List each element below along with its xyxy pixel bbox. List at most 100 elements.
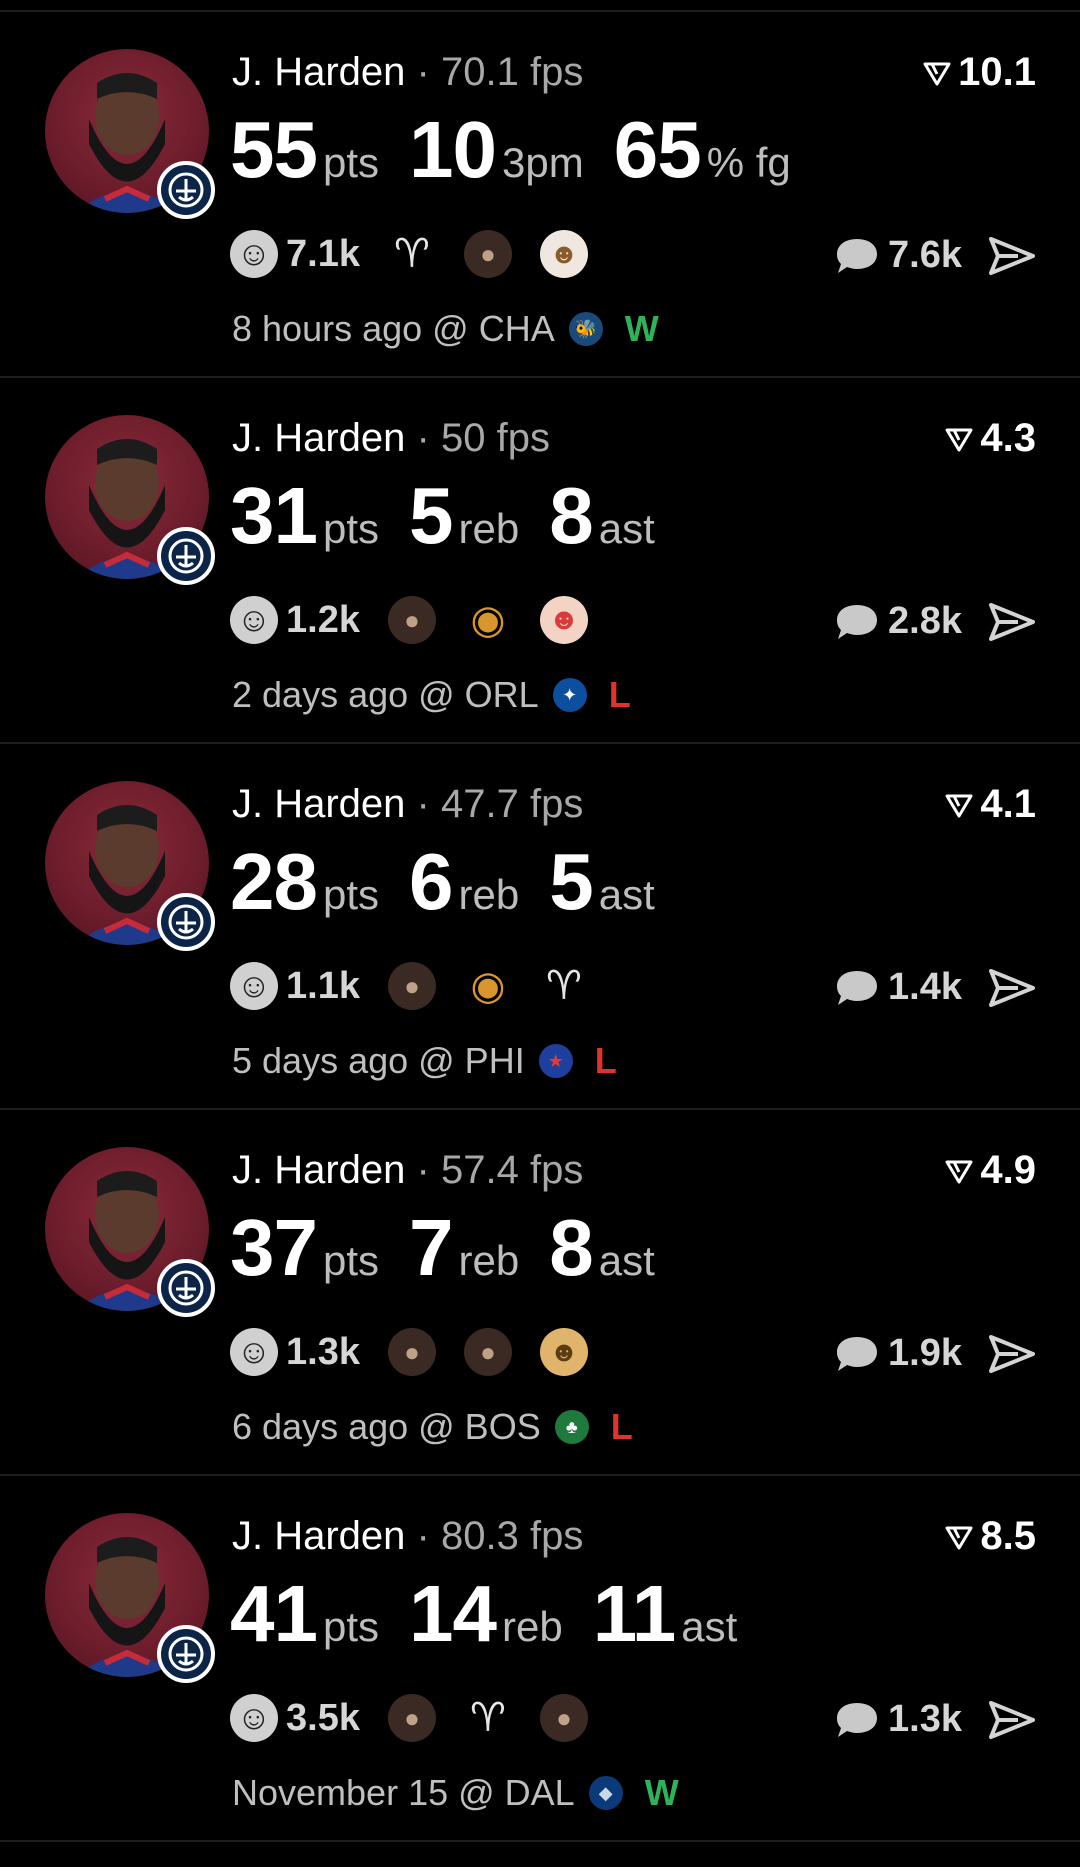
social-actions: 7.6k [834, 234, 1036, 277]
game-time-opponent: 2 days ago @ ORL [232, 674, 539, 715]
game-feed: J. Harden · 70.1 fps 10.1 55 pts 10 3pm 65… [0, 12, 1080, 1842]
game-card[interactable]: J. Harden · 50 fps 4.3 31 pts 5 reb 8 ast ☺… [0, 378, 1080, 744]
game-info: 8 hours ago @ CHA 🐝 W [232, 308, 659, 350]
goat-reaction-icon[interactable]: ♈ [464, 1694, 512, 1742]
comment-button[interactable]: 1.9k [834, 1332, 962, 1375]
stat-unit: pts [322, 1237, 380, 1284]
stat-value: 6 [409, 837, 453, 926]
separator-dot: · [416, 416, 430, 460]
76ers-logo-icon: ★ [538, 1044, 573, 1078]
rating-value: 4.3 [980, 416, 1036, 460]
stat-value: 11 [592, 1569, 677, 1658]
player-name[interactable]: J. Harden [232, 1148, 405, 1192]
social-actions: 1.9k [834, 1332, 1036, 1375]
player-name[interactable]: J. Harden [232, 782, 405, 826]
game-card[interactable]: J. Harden · 80.3 fps 8.5 41 pts 14 reb 11 a… [0, 1476, 1080, 1842]
chef-reaction-icon[interactable]: ☻ [539, 230, 588, 278]
rating[interactable]: 4.3 [944, 416, 1036, 461]
stat-item: 37 pts [230, 1202, 379, 1294]
stat-line: 55 pts 10 3pm 65% fg [230, 104, 791, 196]
celtics-logo-icon: ♣ [554, 1410, 589, 1444]
comment-button[interactable]: 1.3k [834, 1698, 962, 1741]
goat-reaction-icon[interactable]: ♈ [540, 962, 588, 1010]
reactions-row: ☺ 1.3k ● ● ☻ [230, 1328, 588, 1376]
reaction-count: 1.1k [286, 964, 360, 1007]
share-icon[interactable] [988, 1700, 1036, 1740]
comment-icon [837, 1702, 878, 1737]
comment-button[interactable]: 7.6k [834, 234, 962, 277]
game-card[interactable]: J. Harden · 70.1 fps 10.1 55 pts 10 3pm 65… [0, 12, 1080, 378]
fantasy-points: 80.3 fps [441, 1514, 584, 1558]
stat-item: 31 pts [230, 470, 379, 562]
separator-dot: · [416, 782, 430, 826]
stat-item: 7 reb [409, 1202, 519, 1294]
share-icon[interactable] [988, 236, 1036, 276]
harden-face-reaction-icon[interactable]: ● [463, 1328, 512, 1376]
game-result: W [644, 1772, 679, 1813]
harden-face-reaction-icon[interactable]: ● [387, 596, 436, 644]
clown-reaction-icon[interactable]: ☻ [539, 596, 588, 644]
stat-line: 31 pts 5 reb 8 ast [230, 470, 655, 562]
stat-unit: ast [598, 871, 655, 918]
burger-reaction-icon[interactable]: ◉ [464, 596, 512, 644]
rating-icon [945, 794, 973, 817]
comment-icon [837, 1336, 878, 1371]
react-button[interactable]: ☺ 7.1k [230, 230, 360, 278]
stat-item: 11 ast [593, 1568, 738, 1660]
stat-unit: % fg [706, 139, 791, 186]
comment-button[interactable]: 2.8k [834, 600, 962, 643]
harden-face-reaction-icon[interactable]: ● [539, 1694, 588, 1742]
post-header: J. Harden · 57.4 fps [232, 1148, 583, 1193]
game-card[interactable]: J. Harden · 47.7 fps 4.1 28 pts 6 reb 5 ast… [0, 744, 1080, 1110]
player-avatar[interactable] [45, 49, 215, 219]
comment-icon [837, 238, 878, 273]
older-person-reaction-icon[interactable]: ☻ [539, 1328, 588, 1376]
player-avatar[interactable] [45, 415, 215, 585]
fantasy-points: 57.4 fps [441, 1148, 584, 1192]
comment-count: 7.6k [888, 234, 962, 276]
player-avatar[interactable] [45, 1513, 215, 1683]
harden-face-reaction-icon[interactable]: ● [463, 230, 512, 278]
harden-face-reaction-icon[interactable]: ● [387, 962, 436, 1010]
stat-value: 55 [230, 105, 318, 194]
stat-item: 10 3pm [409, 104, 584, 196]
react-button[interactable]: ☺ 1.3k [230, 1328, 360, 1376]
stat-item: 5 reb [409, 470, 519, 562]
share-icon[interactable] [988, 602, 1036, 642]
harden-face-reaction-icon[interactable]: ● [387, 1694, 436, 1742]
player-avatar[interactable] [45, 1147, 215, 1317]
game-info: November 15 @ DAL ◆ W [232, 1772, 679, 1814]
rating[interactable]: 10.1 [922, 50, 1036, 95]
stat-value: 7 [409, 1203, 453, 1292]
player-avatar[interactable] [45, 781, 215, 951]
goat-reaction-icon[interactable]: ♈ [388, 230, 436, 278]
stat-unit: reb [502, 1603, 563, 1650]
comment-button[interactable]: 1.4k [834, 966, 962, 1009]
burger-reaction-icon[interactable]: ◉ [464, 962, 512, 1010]
game-card[interactable]: J. Harden · 57.4 fps 4.9 37 pts 7 reb 8 ast… [0, 1110, 1080, 1476]
player-name[interactable]: J. Harden [232, 1514, 405, 1558]
rating[interactable]: 8.5 [944, 1514, 1036, 1559]
reaction-count: 7.1k [286, 232, 360, 275]
reactions-row: ☺ 1.1k ● ◉ ♈ [230, 962, 588, 1010]
player-name[interactable]: J. Harden [232, 416, 405, 460]
share-icon[interactable] [988, 968, 1036, 1008]
reactions-row: ☺ 7.1k ♈ ● ☻ [230, 230, 588, 278]
stat-unit: pts [322, 871, 380, 918]
game-time-opponent: 5 days ago @ PHI [232, 1040, 525, 1081]
reactions-row: ☺ 1.2k ● ◉ ☻ [230, 596, 588, 644]
harden-face-reaction-icon[interactable]: ● [387, 1328, 436, 1376]
clippers-badge-icon [157, 527, 215, 585]
rating[interactable]: 4.9 [944, 1148, 1036, 1193]
react-button[interactable]: ☺ 3.5k [230, 1694, 360, 1742]
fantasy-points: 70.1 fps [441, 50, 584, 94]
comment-icon [837, 970, 878, 1005]
rating[interactable]: 4.1 [944, 782, 1036, 827]
smiley-icon: ☺ [230, 230, 278, 278]
game-time-opponent: 8 hours ago @ CHA [232, 308, 555, 349]
react-button[interactable]: ☺ 1.1k [230, 962, 360, 1010]
share-icon[interactable] [988, 1334, 1036, 1374]
react-button[interactable]: ☺ 1.2k [230, 596, 360, 644]
stat-unit: pts [322, 505, 380, 552]
player-name[interactable]: J. Harden [232, 50, 405, 94]
